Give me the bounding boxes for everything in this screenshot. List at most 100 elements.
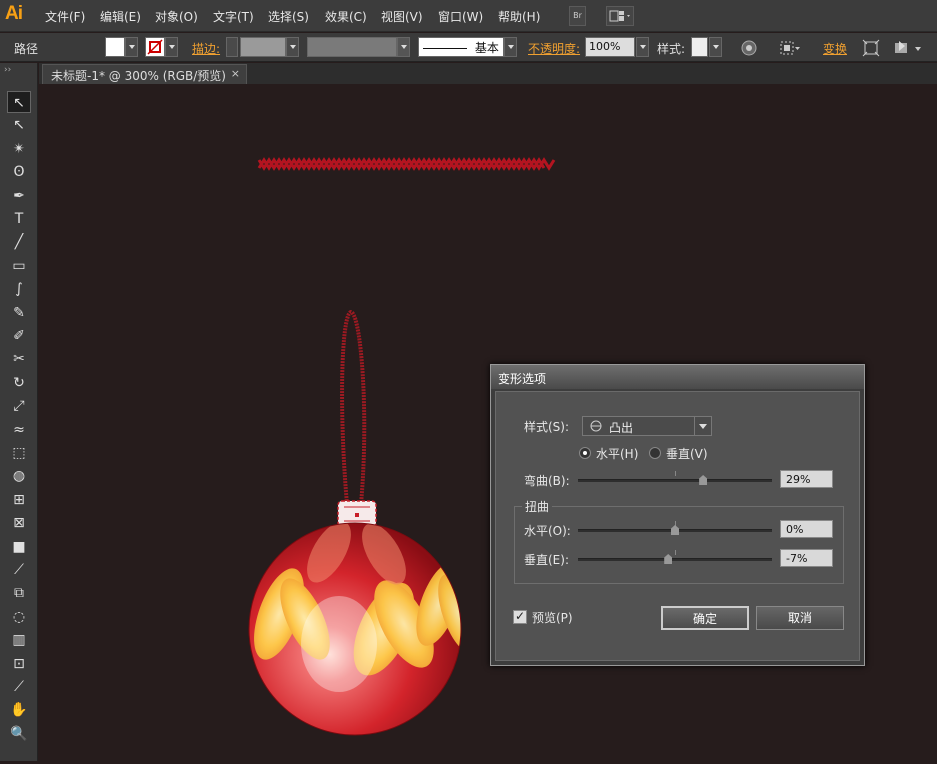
bend-slider[interactable]: [578, 471, 772, 485]
free-transform-icon: ⬚: [12, 445, 26, 461]
document-tab[interactable]: 未标题-1* @ 300% (RGB/预览) ×: [42, 64, 247, 84]
fill-swatch[interactable]: [105, 37, 125, 57]
ornament-string[interactable]: [340, 309, 367, 505]
zoom-icon: 🔍: [10, 725, 28, 742]
layout-grid-icon: [609, 10, 630, 22]
artboard-icon: ⊡: [13, 655, 25, 672]
hand-tool[interactable]: ✋: [7, 699, 31, 721]
menu-help[interactable]: 帮助(H): [498, 8, 540, 25]
brush-dropdown[interactable]: [504, 37, 517, 57]
stroke-weight-field[interactable]: [240, 37, 286, 57]
line-tool[interactable]: ╱: [7, 231, 31, 253]
bridge-button[interactable]: Br: [569, 6, 586, 26]
distortion-label: 扭曲: [522, 498, 553, 515]
panel-collapse-icon[interactable]: ››: [4, 65, 11, 75]
pen-tool[interactable]: ✒: [7, 185, 31, 207]
graphic-style-dropdown[interactable]: [709, 37, 722, 57]
brush-name: 基本: [474, 41, 499, 55]
blob-brush-icon: ✐: [13, 328, 25, 344]
menu-edit[interactable]: 编辑(E): [100, 8, 141, 25]
preview-label[interactable]: 预览(P): [532, 609, 573, 626]
opacity-dropdown[interactable]: [636, 37, 649, 57]
distortion-group: [514, 506, 844, 584]
menu-object[interactable]: 对象(O): [155, 8, 198, 25]
distort-vertical-field[interactable]: -7%: [780, 549, 833, 567]
pencil-tool[interactable]: ✎: [7, 302, 31, 324]
variable-width-profile[interactable]: [307, 37, 397, 57]
cancel-button[interactable]: 取消: [756, 606, 844, 630]
stroke-label[interactable]: 描边:: [192, 40, 220, 57]
stroke-swatch[interactable]: [145, 37, 165, 57]
fill-dropdown[interactable]: [125, 37, 138, 57]
gradient-tool[interactable]: ■: [7, 536, 31, 558]
type-tool[interactable]: T: [7, 208, 31, 230]
stroke-weight-stepper[interactable]: [226, 37, 238, 57]
direct-selection-icon: ↖: [13, 117, 25, 134]
menu-select[interactable]: 选择(S): [268, 8, 309, 25]
magic-wand-tool[interactable]: ✴: [7, 138, 31, 160]
document-tab-title: 未标题-1* @ 300% (RGB/预览): [51, 69, 226, 83]
lasso-tool[interactable]: ʘ: [7, 161, 31, 183]
distort-vertical-slider[interactable]: [578, 550, 772, 564]
bend-slider-thumb[interactable]: [699, 475, 708, 485]
eyedropper-tool[interactable]: ⟋: [7, 559, 31, 581]
stroke-weight-dropdown[interactable]: [286, 37, 299, 57]
slice-tool[interactable]: ⟋: [7, 676, 31, 698]
zigzag-pattern[interactable]: [257, 157, 556, 171]
warp-style-select[interactable]: 凸出: [582, 416, 712, 436]
isolate-icon[interactable]: [862, 39, 880, 57]
shape-builder-tool[interactable]: ◍: [7, 465, 31, 487]
rectangle-icon: ▭: [12, 257, 26, 274]
horizontal-radio[interactable]: [579, 447, 591, 459]
artboard-tool[interactable]: ⊡: [7, 653, 31, 675]
horizontal-label[interactable]: 水平(H): [596, 445, 638, 462]
menu-view[interactable]: 视图(V): [381, 8, 423, 25]
vertical-radio[interactable]: [649, 447, 661, 459]
distort-horizontal-slider[interactable]: [578, 521, 772, 535]
preview-checkbox[interactable]: [513, 609, 527, 624]
bend-field[interactable]: 29%: [780, 470, 833, 488]
ok-button[interactable]: 确定: [661, 606, 749, 630]
distort-horizontal-label: 水平(O):: [524, 524, 571, 538]
direct-selection-tool[interactable]: ↖: [7, 114, 31, 136]
rotate-tool[interactable]: ↻: [7, 372, 31, 394]
blob-brush-tool[interactable]: ✐: [7, 325, 31, 347]
align-icon[interactable]: [779, 39, 801, 57]
scissors-tool[interactable]: ✂: [7, 348, 31, 370]
tools-panel: ›› ↖ ↖ ✴ ʘ ✒ T ╱ ▭ ∫ ✎ ✐ ✂ ↻ ⤢ ≈ ⬚ ◍ ⊞ ⊠ ■ ⟋ ⧉ ◌ ▥ ⊡ ⟋ ✋ 🔍: [0, 63, 38, 761]
brush-definition[interactable]: 基本: [418, 37, 504, 57]
menu-file[interactable]: 文件(F): [45, 8, 85, 25]
blend-tool[interactable]: ⧉: [7, 582, 31, 604]
menu-window[interactable]: 窗口(W): [438, 8, 483, 25]
free-transform-tool[interactable]: ⬚: [7, 442, 31, 464]
opacity-field[interactable]: 100%: [585, 37, 635, 57]
ornament-ball[interactable]: [244, 515, 489, 736]
symbol-sprayer-tool[interactable]: ◌: [7, 606, 31, 628]
panel-menu-icon[interactable]: [893, 39, 927, 57]
scale-tool[interactable]: ⤢: [7, 395, 31, 417]
perspective-grid-tool[interactable]: ⊞: [7, 489, 31, 511]
rectangle-tool[interactable]: ▭: [7, 255, 31, 277]
mesh-tool[interactable]: ⊠: [7, 512, 31, 534]
bend-label: 弯曲(B):: [524, 474, 570, 488]
transform-label[interactable]: 变换: [823, 40, 847, 57]
type-icon: T: [14, 211, 24, 227]
paintbrush-tool[interactable]: ∫: [7, 278, 31, 300]
selection-tool[interactable]: ↖: [7, 91, 31, 113]
distort-horizontal-field[interactable]: 0%: [780, 520, 833, 538]
selection-icon: ↖: [13, 95, 25, 111]
close-icon[interactable]: ×: [231, 67, 240, 80]
width-tool[interactable]: ≈: [7, 419, 31, 441]
dialog-title[interactable]: 变形选项: [491, 365, 864, 389]
menu-type[interactable]: 文字(T): [213, 8, 254, 25]
recolor-artwork-icon[interactable]: [740, 39, 758, 57]
opacity-label[interactable]: 不透明度:: [528, 40, 580, 57]
graphic-style-swatch[interactable]: [691, 37, 708, 57]
column-graph-tool[interactable]: ▥: [7, 629, 31, 651]
variable-width-dropdown[interactable]: [397, 37, 410, 57]
arrange-documents-button[interactable]: [606, 6, 634, 26]
stroke-dropdown[interactable]: [165, 37, 178, 57]
menu-effect[interactable]: 效果(C): [325, 8, 367, 25]
vertical-label[interactable]: 垂直(V): [666, 445, 708, 462]
zoom-tool[interactable]: 🔍: [7, 723, 31, 745]
